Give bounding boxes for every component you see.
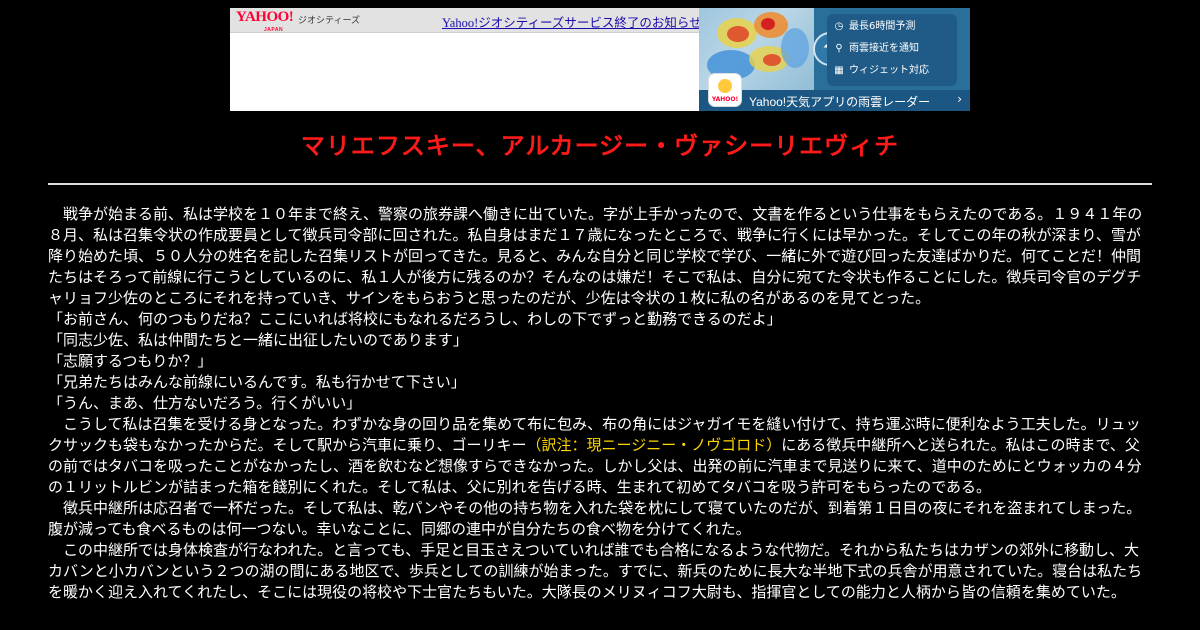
ad-footer-text: Yahoo!天気アプリの雨雲レーダー: [749, 95, 931, 109]
sun-icon: [718, 79, 732, 93]
geocities-bar: YAHOO! JAPAN ジオシティーズ Yahoo!ジオシティーズサービス終了…: [230, 8, 702, 34]
feature-label: ウィジェット対応: [849, 65, 929, 76]
feature-item: ⚲ 雨雲接近を通知: [835, 43, 919, 55]
page-title: マリエフスキー、アルカージー・ヴァシーリエヴィチ: [300, 132, 900, 160]
service-end-notice-link[interactable]: Yahoo!ジオシティーズサービス終了のお知らせ: [442, 12, 702, 31]
translator-note: （訳注：現ニージニー・ノヴゴロド）: [526, 436, 782, 454]
geocities-banner: YAHOO! JAPAN ジオシティーズ Yahoo!ジオシティーズサービス終了…: [230, 8, 970, 111]
paragraph: この中継所では身体検査が行なわれた。と言っても、手足と目玉さえついていれば誰でも…: [48, 541, 1143, 601]
widget-grid-icon: ▦: [834, 65, 844, 76]
weather-app-ad[interactable]: ☂ ◷ 最長6時間予測 ⚲ 雨雲接近を通知 ▦ ウィジェット対応 Yahoo!天…: [699, 8, 970, 111]
clock-icon: ◷: [834, 21, 844, 32]
paragraph: こうして私は召集を受ける身となった。わずかな身の回り品を集めて布に包み、布の角に…: [48, 414, 1152, 498]
dialogue-line: 「同志少佐、私は仲間たちと一緒に出征したいのであります」: [48, 331, 468, 349]
feature-item: ◷ 最長6時間予測: [835, 21, 916, 33]
dialogue-line: 「兄弟たちはみんな前線にいるんです。私も行かせて下さい」: [48, 373, 466, 391]
dialogue-line: 「お前さん、何のつもりだね？ここにいれば将校にもなれるだろうし、わしの下でずっと…: [48, 310, 782, 328]
paragraph: 戦争が始まる前、私は学校を１０年まで終え、警察の旅券課へ働きに出ていた。字が上手…: [48, 205, 1143, 307]
yahoo-japan-logo[interactable]: YAHOO! JAPAN: [236, 10, 294, 34]
feature-label: 雨雲接近を通知: [849, 43, 919, 54]
chevron-right-icon: ›: [957, 92, 962, 106]
dialogue-line: 「うん、まあ、仕方ないだろう。行くがいい」: [48, 394, 362, 412]
article-body: 戦争が始まる前、私は学校を１０年まで終え、警察の旅券課へ働きに出ていた。字が上手…: [48, 204, 1152, 603]
paragraph: 徴兵中継所は応召者で一杯だった。そして私は、乾パンやその他の持ち物を入れた袋を枕…: [48, 499, 1142, 538]
dialogue-line: 「志願するつもりか？」: [48, 352, 213, 370]
app-icon-label: YAHOO!: [711, 96, 739, 103]
logo-sub: JAPAN: [264, 27, 284, 33]
feature-item: ▦ ウィジェット対応: [834, 65, 929, 77]
weather-app-icon: YAHOO!: [708, 73, 742, 107]
feature-label: 最長6時間予測: [849, 21, 916, 32]
location-pin-icon: ⚲: [835, 43, 843, 54]
geocities-brand: ジオシティーズ: [298, 15, 361, 25]
title-divider: [48, 183, 1152, 185]
notice-area: YAHOO! JAPAN ジオシティーズ Yahoo!ジオシティーズサービス終了…: [230, 8, 702, 111]
feature-list: ◷ 最長6時間予測 ⚲ 雨雲接近を通知 ▦ ウィジェット対応: [827, 14, 957, 86]
